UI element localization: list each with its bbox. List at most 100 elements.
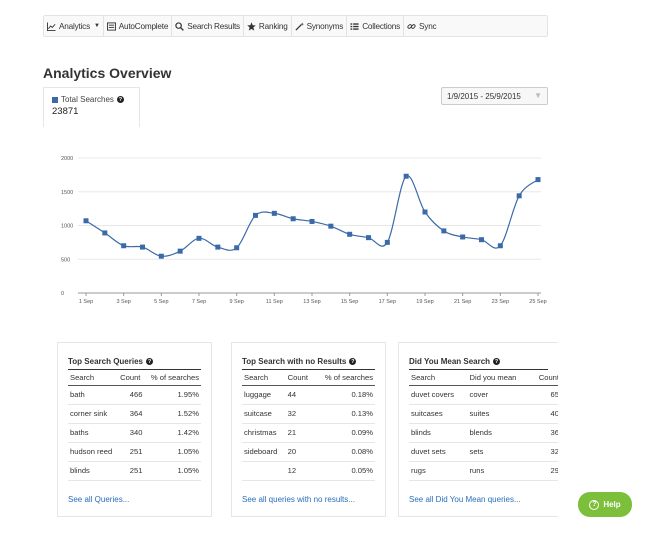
x-tick-label: 7 Sep — [192, 299, 206, 305]
panel-title-row: Did You Mean Search ? — [409, 357, 548, 370]
searches-line-chart: 0 500 1000 1500 2000 1 Sep 3 Sep 5 Sep 7 Sep 9 Se… — [61, 156, 547, 305]
help-button[interactable]: ? Help — [578, 492, 632, 517]
col-search: Search — [242, 370, 286, 386]
data-point — [460, 234, 466, 240]
data-point — [271, 210, 277, 216]
panel-title-row: Top Search Queries ? — [68, 357, 201, 370]
data-point — [366, 235, 371, 241]
col-count: Count — [530, 370, 558, 386]
cell-count: 21 — [285, 423, 315, 443]
x-tick-label: 5 Sep — [154, 299, 168, 305]
cell-search: luggage — [242, 385, 286, 405]
cell-percent: 0.18% — [314, 385, 375, 405]
col-percent: % of searches — [144, 370, 201, 386]
cell-count: 251 — [118, 461, 145, 481]
cell-search: rugs — [409, 461, 468, 481]
cell-suggestion: blends — [467, 423, 531, 443]
x-tick-label: 15 Sep — [341, 299, 358, 305]
no-results-panel: Top Search with no Results ? Search Coun… — [231, 342, 386, 517]
table-row: sideboard 20 0.08% — [242, 442, 375, 462]
x-tick-label: 3 Sep — [116, 299, 130, 305]
cell-percent: 1.05% — [144, 461, 201, 481]
data-point — [253, 212, 258, 218]
table-row: corner sink 364 1.52% — [68, 404, 201, 424]
x-tick-label: 19 Sep — [416, 299, 433, 305]
question-circle-icon[interactable]: ? — [349, 358, 357, 365]
y-tick-label: 500 — [61, 257, 70, 263]
cell-percent: 0.13% — [314, 404, 375, 424]
cell-search — [242, 461, 286, 481]
question-circle-icon[interactable]: ? — [493, 358, 501, 365]
cell-count: 29 — [530, 461, 558, 481]
col-count: Count — [118, 370, 145, 386]
data-point — [215, 244, 221, 250]
table-row: blindsblends36 — [409, 423, 558, 443]
table-row: 12 0.05% — [242, 461, 375, 481]
col-percent: % of searches — [314, 370, 375, 386]
panel-title-row: Top Search with no Results ? — [242, 357, 375, 370]
table-row: christmas 21 0.09% — [242, 423, 375, 443]
cell-count: 65 — [530, 385, 558, 405]
cell-count: 40 — [530, 404, 558, 424]
x-tick-label: 25 Sep — [529, 299, 546, 305]
cell-percent: 1.52% — [144, 404, 201, 424]
cell-search: suitcase — [242, 404, 286, 424]
x-tick-label: 1 Sep — [79, 299, 93, 305]
data-point — [441, 228, 447, 234]
x-tick-label: 13 Sep — [303, 299, 320, 305]
x-tick-label: 11 Sep — [266, 299, 283, 305]
cell-suggestion: cover — [467, 385, 531, 405]
data-point — [290, 216, 296, 222]
cell-count: 32 — [530, 442, 558, 462]
no-results-table: Search Count % of searches luggage 44 0.18… — [242, 370, 375, 481]
cell-count: 44 — [285, 385, 315, 405]
x-tick-label: 23 Sep — [492, 299, 509, 305]
cell-search: bath — [68, 385, 119, 405]
cell-search: blinds — [68, 461, 119, 481]
cell-percent: 0.08% — [314, 442, 375, 462]
table-header-row: Search Did you mean Count — [409, 370, 558, 386]
cell-percent: 1.95% — [144, 385, 201, 405]
cell-count: 32 — [285, 404, 315, 424]
y-tick-label: 1000 — [61, 224, 73, 230]
cell-count: 340 — [118, 423, 145, 443]
cell-search: corner sink — [68, 404, 119, 424]
see-all-no-results-link[interactable]: See all queries with no results... — [242, 495, 375, 504]
cell-suggestion: suites — [467, 404, 531, 424]
table-row: duvet setssets32 — [409, 442, 558, 462]
cell-percent: 0.05% — [314, 461, 375, 481]
cell-search: sideboard — [242, 442, 286, 462]
cell-percent: 0.09% — [314, 423, 375, 443]
data-point — [479, 237, 484, 243]
y-tick-label: 2000 — [61, 156, 73, 162]
y-tick-label: 1500 — [61, 190, 73, 196]
cell-percent: 1.42% — [144, 423, 201, 443]
cell-search: blinds — [409, 423, 468, 443]
top-search-queries-panel: Top Search Queries ? Search Count % of s… — [57, 342, 212, 517]
table-row: baths 340 1.42% — [68, 423, 201, 443]
data-point — [403, 173, 409, 179]
top-queries-title: Top Search Queries — [68, 357, 143, 366]
col-search: Search — [68, 370, 119, 386]
data-point — [140, 244, 145, 250]
x-tick-label: 21 Sep — [454, 299, 471, 305]
y-tick-label: 0 — [61, 291, 64, 297]
question-circle-icon: ? — [589, 499, 600, 510]
data-point — [102, 230, 108, 236]
data-point — [158, 253, 164, 259]
cell-count: 251 — [118, 442, 145, 462]
data-point — [328, 223, 334, 229]
data-point — [177, 248, 183, 254]
cell-suggestion: runs — [467, 461, 531, 481]
data-point — [535, 177, 541, 183]
see-all-queries-link[interactable]: See all Queries... — [68, 495, 201, 504]
did-you-mean-table: Search Did you mean Count duvet covers co… — [409, 370, 558, 481]
table-header-row: Search Count % of searches — [68, 370, 201, 386]
question-circle-icon[interactable]: ? — [146, 358, 153, 365]
cell-count: 364 — [118, 404, 145, 424]
col-search: Search — [409, 370, 468, 386]
see-all-did-you-mean-link[interactable]: See all Did You Mean queries... — [409, 495, 548, 504]
cell-suggestion: sets — [467, 442, 531, 462]
did-you-mean-title: Did You Mean Search — [409, 357, 491, 366]
data-point — [497, 243, 503, 249]
